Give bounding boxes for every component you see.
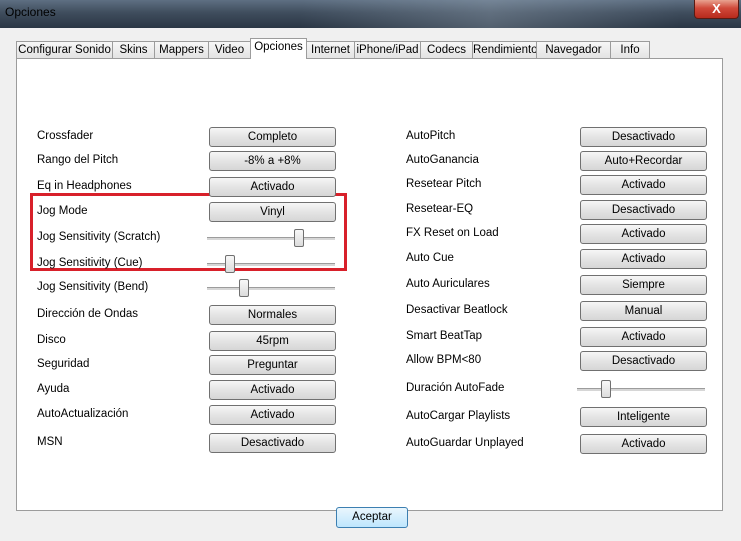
allow-bpm-80-label: Allow BPM<80 [406, 354, 482, 366]
auto-auriculares-button[interactable]: Siempre [580, 275, 707, 295]
auto-auriculares-label: Auto Auriculares [406, 278, 490, 290]
slider-track[interactable] [577, 388, 705, 391]
direccion-de-ondas-label: Dirección de Ondas [37, 308, 138, 320]
tab-info[interactable]: Info [610, 41, 650, 58]
tab-rendimiento[interactable]: Rendimiento [472, 41, 538, 58]
smart-beattap-label: Smart BeatTap [406, 330, 483, 342]
seguridad-button[interactable]: Preguntar [209, 355, 336, 375]
crossfader-label: Crossfader [37, 130, 94, 142]
autopitch-label: AutoPitch [406, 130, 456, 142]
autoguardar-unplayed-label: AutoGuardar Unplayed [406, 437, 524, 449]
slider-thumb[interactable] [239, 279, 249, 297]
slider-thumb[interactable] [294, 229, 304, 247]
duracion-autofade-label: Duración AutoFade [406, 382, 505, 394]
desactivar-beatlock-label: Desactivar Beatlock [406, 304, 508, 316]
jog-sensitivity-scratch-slider[interactable] [207, 228, 335, 248]
msn-button[interactable]: Desactivado [209, 433, 336, 453]
autocargar-playlists-label: AutoCargar Playlists [406, 410, 511, 422]
tab-configurar-sonido[interactable]: Configurar Sonido [16, 41, 113, 58]
disco-button[interactable]: 45rpm [209, 331, 336, 351]
options-window: Configurar Sonido Skins Mappers Video Opcion… [0, 28, 741, 541]
tab-skins[interactable]: Skins [112, 41, 155, 58]
autopitch-button[interactable]: Desactivado [580, 127, 707, 147]
resetear-eq-label: Resetear-EQ [406, 203, 474, 215]
jog-sensitivity-bend-label: Jog Sensitivity (Bend) [37, 281, 149, 293]
jog-mode-label: Jog Mode [37, 205, 88, 217]
jog-sensitivity-bend-slider[interactable] [207, 278, 335, 298]
duracion-autofade-slider[interactable] [577, 379, 705, 399]
autoganancia-label: AutoGanancia [406, 154, 479, 166]
ayuda-button[interactable]: Activado [209, 380, 336, 400]
slider-thumb[interactable] [601, 380, 611, 398]
resetear-pitch-button[interactable]: Activado [580, 175, 707, 195]
autoganancia-button[interactable]: Auto+Recordar [580, 151, 707, 171]
close-button[interactable]: X [694, 0, 739, 19]
disco-label: Disco [37, 334, 66, 346]
msn-label: MSN [37, 436, 63, 448]
autoactualizacion-button[interactable]: Activado [209, 405, 336, 425]
jog-mode-button[interactable]: Vinyl [209, 202, 336, 222]
eq-in-headphones-label: Eq in Headphones [37, 180, 132, 192]
slider-track[interactable] [207, 237, 335, 240]
direccion-de-ondas-button[interactable]: Normales [209, 305, 336, 325]
auto-cue-label: Auto Cue [406, 252, 454, 264]
tab-internet[interactable]: Internet [306, 41, 355, 58]
window-title: Opciones [5, 5, 56, 19]
allow-bpm-80-button[interactable]: Desactivado [580, 351, 707, 371]
autocargar-playlists-button[interactable]: Inteligente [580, 407, 707, 427]
rango-del-pitch-label: Rango del Pitch [37, 154, 119, 166]
tab-video[interactable]: Video [208, 41, 251, 58]
resetear-eq-button[interactable]: Desactivado [580, 200, 707, 220]
accept-button[interactable]: Aceptar [336, 507, 408, 528]
fx-reset-on-load-label: FX Reset on Load [406, 227, 499, 239]
tab-iphone-ipad[interactable]: iPhone/iPad [354, 41, 421, 58]
desactivar-beatlock-button[interactable]: Manual [580, 301, 707, 321]
fx-reset-on-load-button[interactable]: Activado [580, 224, 707, 244]
tab-codecs[interactable]: Codecs [420, 41, 473, 58]
resetear-pitch-label: Resetear Pitch [406, 178, 482, 190]
crossfader-button[interactable]: Completo [209, 127, 336, 147]
title-bar-decoration [300, 0, 680, 28]
auto-cue-button[interactable]: Activado [580, 249, 707, 269]
ayuda-label: Ayuda [37, 383, 70, 395]
eq-in-headphones-button[interactable]: Activado [209, 177, 336, 197]
seguridad-label: Seguridad [37, 358, 90, 370]
tab-opciones[interactable]: Opciones [250, 38, 307, 59]
jog-sensitivity-cue-label: Jog Sensitivity (Cue) [37, 257, 143, 269]
smart-beattap-button[interactable]: Activado [580, 327, 707, 347]
slider-track[interactable] [207, 287, 335, 290]
tab-mappers[interactable]: Mappers [154, 41, 209, 58]
jog-sensitivity-cue-slider[interactable] [207, 254, 335, 274]
autoactualizacion-label: AutoActualización [37, 408, 129, 420]
slider-thumb[interactable] [225, 255, 235, 273]
rango-del-pitch-button[interactable]: -8% a +8% [209, 151, 336, 171]
autoguardar-unplayed-button[interactable]: Activado [580, 434, 707, 454]
jog-sensitivity-scratch-label: Jog Sensitivity (Scratch) [37, 231, 161, 243]
title-bar: Opciones X [0, 0, 741, 28]
tab-navegador[interactable]: Navegador [536, 41, 611, 58]
options-panel: Crossfader Completo Rango del Pitch -8% a +… [16, 58, 723, 511]
